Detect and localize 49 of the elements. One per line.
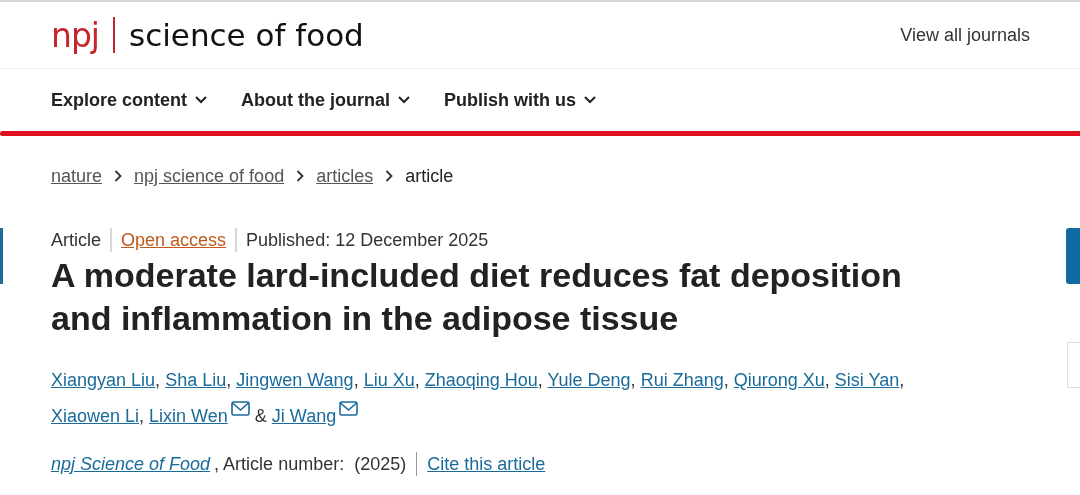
breadcrumb-link[interactable]: npj science of food bbox=[134, 165, 285, 187]
separator: , bbox=[824, 370, 830, 390]
nav-menu-button[interactable]: Explore content bbox=[51, 89, 208, 111]
chevron-down-icon bbox=[584, 96, 597, 104]
nav-menu-button[interactable]: Publish with us bbox=[444, 89, 597, 111]
breadcrumb-link[interactable]: articles bbox=[316, 165, 374, 187]
author-link[interactable]: Sha Liu bbox=[165, 370, 227, 390]
separator: , bbox=[537, 370, 543, 390]
article-number: , Article number: (2025) bbox=[214, 453, 407, 475]
open-access-link[interactable]: Open access bbox=[121, 229, 227, 251]
separator: , bbox=[139, 406, 145, 426]
author-link[interactable]: Yule Deng bbox=[547, 370, 631, 390]
cite-link[interactable]: Cite this article bbox=[427, 453, 546, 475]
chevron-down-icon bbox=[398, 96, 410, 104]
author-link[interactable]: Rui Zhang bbox=[640, 370, 724, 390]
logo-mark[interactable]: npj bbox=[51, 15, 100, 55]
breadcrumb-link[interactable]: article bbox=[405, 165, 454, 187]
journal-link[interactable]: npj Science of Food bbox=[51, 453, 211, 475]
author-link[interactable]: Sisi Yan bbox=[834, 370, 900, 390]
published-date: Published: 12 December 2025 bbox=[246, 229, 489, 251]
mail-icon[interactable] bbox=[339, 401, 359, 416]
article-title: A moderate lard-included diet reduces fat deposition and inflammation in the adipose tissue bbox=[51, 255, 903, 339]
journal-name[interactable]: science of food bbox=[129, 17, 364, 53]
separator: , bbox=[353, 370, 359, 390]
author-link[interactable]: Jingwen Wang bbox=[236, 370, 354, 390]
author-link[interactable]: Xiangyan Liu bbox=[51, 370, 156, 390]
chevron-right-icon bbox=[296, 170, 305, 182]
author-link[interactable]: Qiurong Xu bbox=[733, 370, 825, 390]
nav-menu-button[interactable]: About the journal bbox=[241, 89, 410, 111]
separator: , bbox=[723, 370, 729, 390]
side-panel-edge bbox=[1067, 342, 1080, 388]
author-link[interactable]: Xiaowen Li bbox=[51, 406, 140, 426]
author-link[interactable]: Ji Wang bbox=[271, 406, 337, 426]
author-link[interactable]: Zhaoqing Hou bbox=[424, 370, 538, 390]
chevron-down-icon bbox=[195, 96, 208, 104]
separator: , bbox=[155, 370, 161, 390]
separator: , bbox=[226, 370, 232, 390]
separator: , bbox=[630, 370, 636, 390]
chevron-right-icon bbox=[385, 170, 394, 182]
author-link[interactable]: Liu Xu bbox=[363, 370, 415, 390]
separator: , bbox=[414, 370, 420, 390]
article-type: Article bbox=[51, 229, 101, 251]
mail-icon[interactable] bbox=[230, 401, 250, 416]
separator: , bbox=[899, 370, 905, 390]
conjunction: & bbox=[253, 406, 267, 426]
breadcrumb-link[interactable]: nature bbox=[51, 165, 103, 187]
view-all-journals-link[interactable]: View all journals bbox=[900, 24, 1030, 46]
author-link[interactable]: Lixin Wen bbox=[149, 406, 228, 426]
chevron-right-icon bbox=[114, 170, 123, 182]
